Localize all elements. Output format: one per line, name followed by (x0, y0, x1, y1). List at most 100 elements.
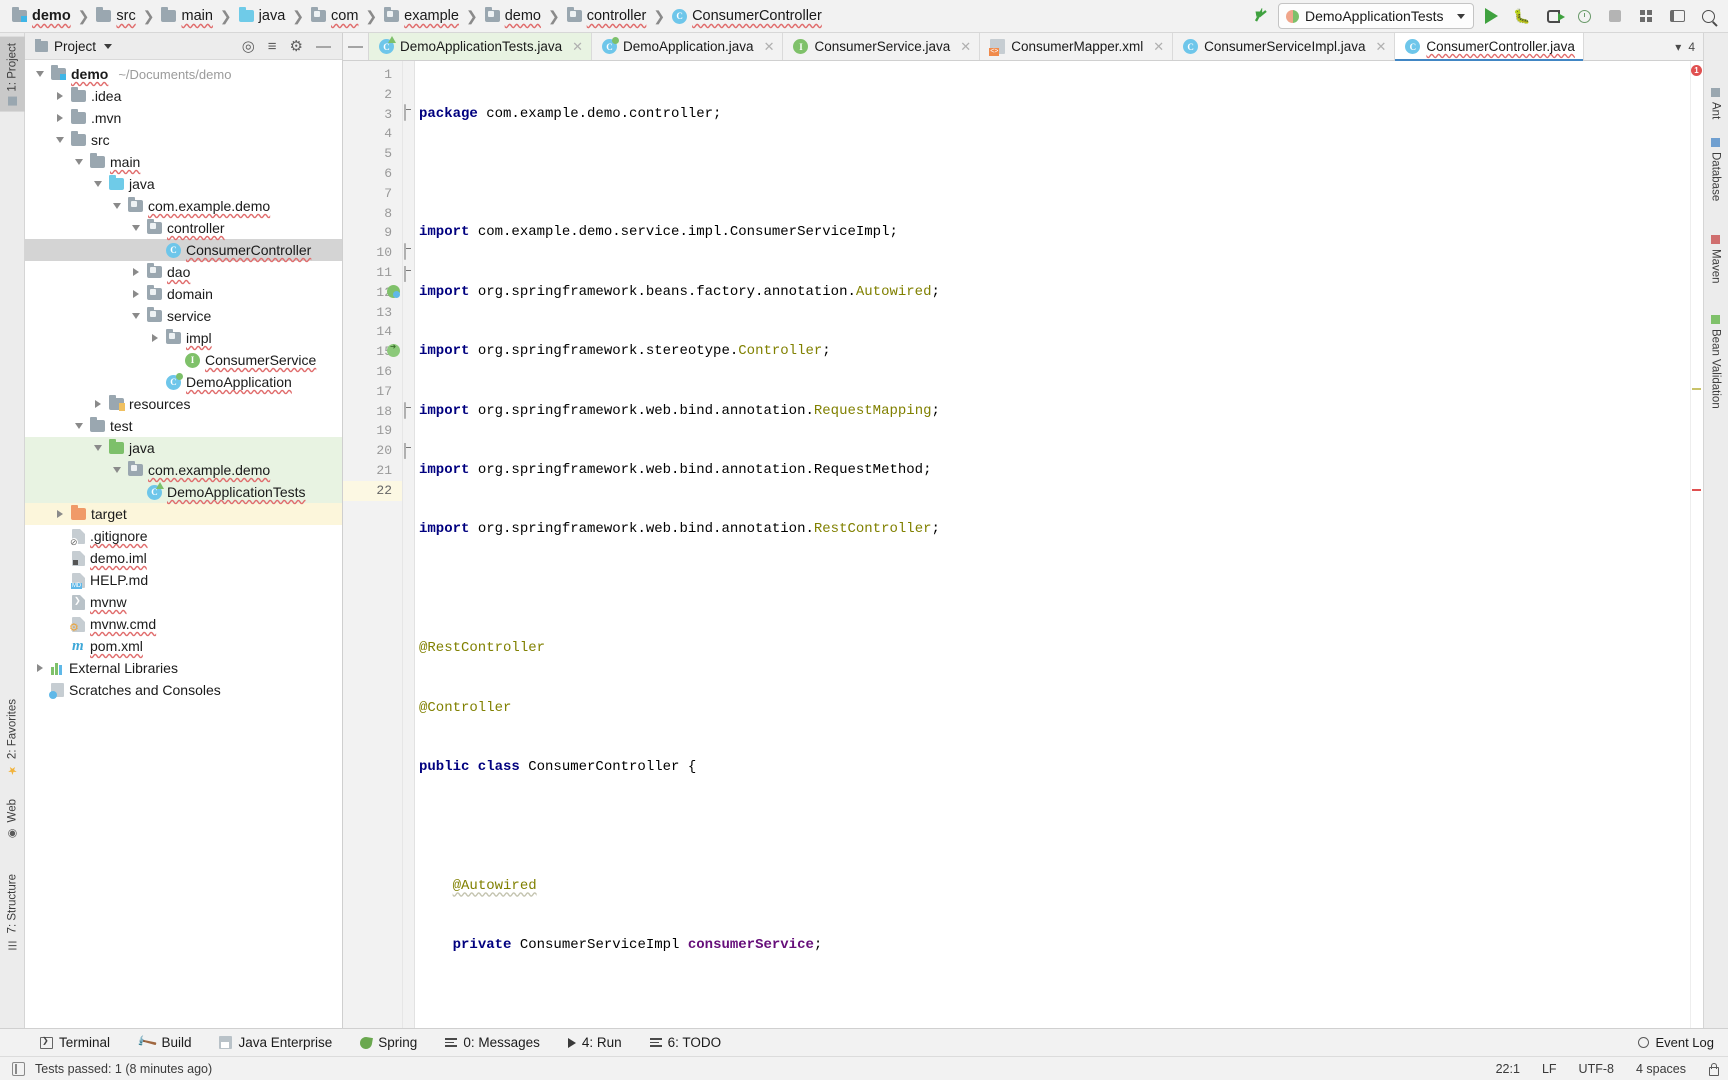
spring-bean-gutter-icon[interactable] (387, 285, 400, 298)
run-with-coverage-button[interactable] (1539, 3, 1567, 29)
twisty-right-icon[interactable] (129, 290, 142, 298)
settings-gear-icon[interactable]: ⚙ (290, 39, 303, 54)
close-icon[interactable]: ✕ (572, 39, 583, 55)
tree-item-java-test[interactable]: java (25, 437, 342, 459)
tree-item-mvnw-cmd[interactable]: mvnw.cmd (25, 613, 342, 635)
sidebar-item-structure[interactable]: ☰ 7: Structure (0, 868, 25, 957)
tree-item-test[interactable]: test (25, 415, 342, 437)
tree-item-consumer-controller[interactable]: C ConsumerController (25, 239, 342, 261)
collapse-all-icon[interactable]: ≡ (268, 39, 277, 54)
tree-item-dao[interactable]: dao (25, 261, 342, 283)
sidebar-item-database[interactable]: Database (1703, 131, 1728, 208)
file-encoding[interactable]: UTF-8 (1579, 1062, 1614, 1076)
tool-button-spring[interactable]: Spring (346, 1029, 431, 1057)
line-separator[interactable]: LF (1542, 1062, 1557, 1076)
tab-consumer-controller[interactable]: C ConsumerController.java (1395, 33, 1584, 61)
tree-item-pom-xml[interactable]: m pom.xml (25, 635, 342, 657)
fold-region-icon[interactable] (404, 402, 414, 419)
tool-button-run[interactable]: 4: Run (554, 1029, 636, 1057)
tool-button-terminal[interactable]: Terminal (26, 1029, 124, 1057)
tree-item-external-libraries[interactable]: External Libraries (25, 657, 342, 679)
event-log-button[interactable]: Event Log (1638, 1035, 1714, 1050)
indent-setting[interactable]: 4 spaces (1636, 1062, 1686, 1076)
sidebar-item-ant[interactable]: Ant (1703, 81, 1728, 126)
tab-consumer-service[interactable]: I ConsumerService.java ✕ (783, 33, 981, 60)
twisty-down-icon[interactable] (91, 445, 104, 451)
close-icon[interactable]: ✕ (1153, 39, 1164, 55)
twisty-right-icon[interactable] (53, 114, 66, 122)
error-count-badge[interactable]: 1 (1691, 65, 1702, 76)
tree-item-impl[interactable]: impl (25, 327, 342, 349)
tree-item-src[interactable]: src (25, 129, 342, 151)
search-everywhere-button[interactable] (1694, 3, 1722, 29)
read-only-lock-icon[interactable] (1708, 1062, 1719, 1076)
twisty-down-icon[interactable] (53, 137, 66, 143)
tree-item-demo[interactable]: demo ~/Documents/demo (25, 63, 342, 85)
hide-panel-icon[interactable]: — (316, 39, 331, 54)
debug-button[interactable]: 🐛 (1508, 3, 1536, 29)
tree-item-controller[interactable]: controller (25, 217, 342, 239)
twisty-down-icon[interactable] (72, 423, 85, 429)
twisty-down-icon[interactable] (110, 467, 123, 473)
tree-item-demo-application[interactable]: C DemoApplication (25, 371, 342, 393)
breadcrumb-item-main[interactable]: main (159, 7, 214, 24)
twisty-down-icon[interactable] (129, 225, 142, 231)
breadcrumb-item-example[interactable]: example (382, 7, 461, 24)
breadcrumb-item-src[interactable]: src (94, 7, 137, 24)
caret-position[interactable]: 22:1 (1496, 1062, 1520, 1076)
tab-demo-application[interactable]: C DemoApplication.java ✕ (592, 33, 784, 60)
tab-consumer-mapper-xml[interactable]: ConsumerMapper.xml ✕ (980, 33, 1174, 60)
warning-stripe[interactable] (1692, 388, 1701, 390)
tree-item-service[interactable]: service (25, 305, 342, 327)
tree-item-mvn[interactable]: .mvn (25, 107, 342, 129)
tree-item-help-md[interactable]: HELP.md (25, 569, 342, 591)
error-stripe-gutter[interactable]: 1 (1690, 61, 1703, 1028)
tree-item-demo-application-tests[interactable]: C DemoApplicationTests (25, 481, 342, 503)
twisty-down-icon[interactable] (72, 159, 85, 165)
twisty-down-icon[interactable] (129, 313, 142, 319)
tree-item-resources[interactable]: resources (25, 393, 342, 415)
fold-region-icon[interactable] (404, 266, 414, 282)
tree-item-scratches[interactable]: Scratches and Consoles (25, 679, 342, 701)
code-folding-gutter[interactable] (403, 61, 415, 1028)
tree-item-demo-iml[interactable]: demo.iml (25, 547, 342, 569)
tool-button-java-enterprise[interactable]: Java Enterprise (205, 1029, 346, 1057)
sidebar-item-project[interactable]: 1: Project (0, 37, 25, 112)
tab-consumer-service-impl[interactable]: C ConsumerServiceImpl.java ✕ (1173, 33, 1396, 60)
tool-button-build[interactable]: 🔨 Build (124, 1029, 205, 1057)
locate-icon[interactable]: ◎ (242, 39, 255, 54)
twisty-right-icon[interactable] (148, 334, 161, 342)
chevron-down-icon[interactable] (104, 43, 113, 49)
spring-autowired-gutter-icon[interactable] (387, 342, 400, 357)
profile-button[interactable] (1570, 3, 1598, 29)
twisty-right-icon[interactable] (53, 510, 66, 518)
line-number-gutter[interactable]: 1 2 3 4 5 6 7 8 9 10 11 12 13 14 15 16 1 (343, 61, 403, 1028)
sidebar-item-bean-validation[interactable]: Bean Validation (1703, 308, 1728, 416)
twisty-right-icon[interactable] (53, 92, 66, 100)
sidebar-item-web[interactable]: ◉ Web (0, 793, 25, 846)
breadcrumb-item-controller[interactable]: controller (565, 7, 649, 24)
stop-button[interactable] (1601, 3, 1629, 29)
close-icon[interactable]: ✕ (764, 39, 775, 55)
tree-item-package-test[interactable]: com.example.demo (25, 459, 342, 481)
tree-item-java-main[interactable]: java (25, 173, 342, 195)
twisty-right-icon[interactable] (129, 268, 142, 276)
tree-item-package-main[interactable]: com.example.demo (25, 195, 342, 217)
breadcrumb-item-com[interactable]: com (309, 7, 360, 24)
tree-item-mvnw[interactable]: mvnw (25, 591, 342, 613)
twisty-right-icon[interactable] (33, 664, 46, 672)
tab-overflow[interactable]: ▾ 4 (1667, 33, 1703, 60)
twisty-down-icon[interactable] (110, 203, 123, 209)
chevron-down-icon[interactable]: ▾ (1675, 40, 1681, 54)
tool-button-messages[interactable]: 0: Messages (431, 1029, 554, 1057)
sidebar-item-favorites[interactable]: ★ 2: Favorites (0, 693, 25, 783)
tree-item-main[interactable]: main (25, 151, 342, 173)
fold-region-icon[interactable] (404, 443, 414, 459)
breadcrumb-item-demo-pkg[interactable]: demo (483, 7, 543, 24)
twisty-down-icon[interactable] (33, 71, 46, 77)
close-icon[interactable]: ✕ (1375, 39, 1386, 55)
update-project-button[interactable] (1247, 3, 1275, 29)
tab-demo-application-tests[interactable]: C DemoApplicationTests.java ✕ (369, 33, 592, 60)
run-configuration-selector[interactable]: DemoApplicationTests (1278, 3, 1474, 29)
tree-item-target[interactable]: target (25, 503, 342, 525)
